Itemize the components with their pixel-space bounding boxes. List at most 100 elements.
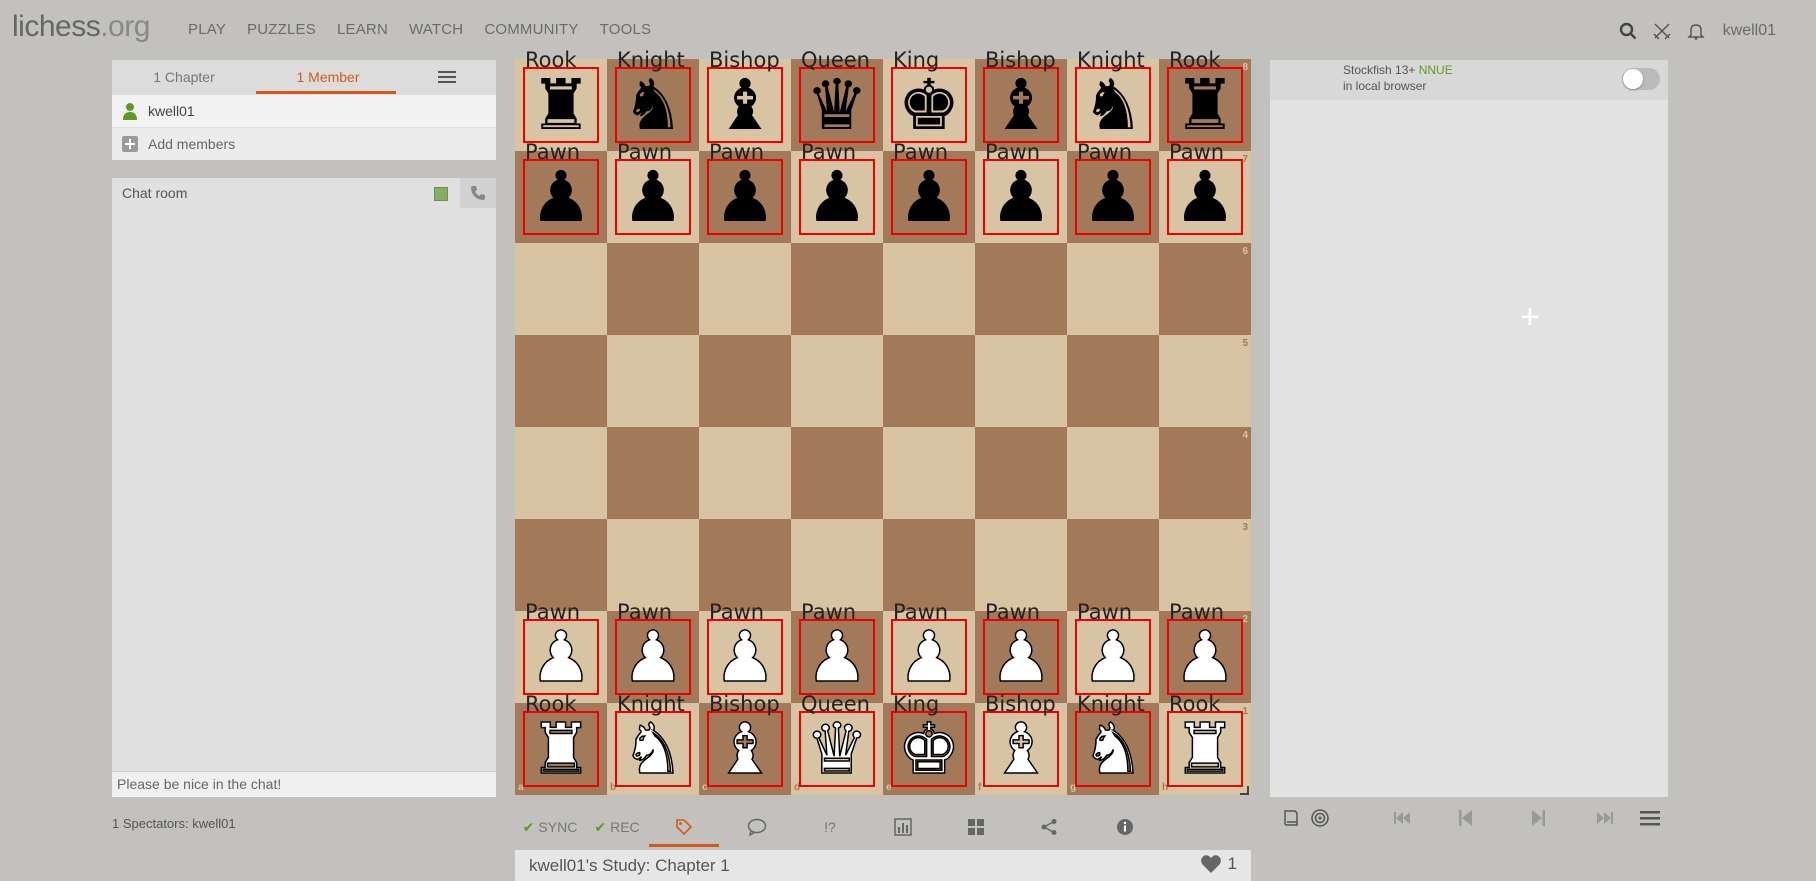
- square-c6[interactable]: [699, 243, 791, 335]
- square-a3[interactable]: [515, 519, 607, 611]
- add-members-button[interactable]: Add members: [112, 128, 496, 160]
- menu-puzzles[interactable]: PUZZLES: [247, 21, 316, 38]
- site-logo[interactable]: lichess.org: [12, 10, 150, 44]
- square-d1[interactable]: d Queen ♛: [791, 692, 883, 795]
- black-bishop-piece[interactable]: ♝: [983, 67, 1059, 143]
- square-c4[interactable]: [699, 427, 791, 519]
- square-d5[interactable]: [791, 335, 883, 427]
- square-h7[interactable]: 7 Pawn ♟: [1159, 140, 1251, 243]
- menu-community[interactable]: COMMUNITY: [484, 21, 578, 38]
- square-a2[interactable]: Pawn ♟: [515, 600, 607, 703]
- square-c2[interactable]: Pawn ♟: [699, 600, 791, 703]
- square-h4[interactable]: 4: [1159, 427, 1251, 519]
- like-button[interactable]: 1: [1200, 854, 1237, 874]
- black-pawn-piece[interactable]: ♟: [891, 159, 967, 235]
- user-menu[interactable]: kwell01: [1723, 22, 1776, 40]
- board-editor-tool[interactable]: [941, 807, 1011, 847]
- square-a1[interactable]: a Rook ♜: [515, 692, 607, 795]
- white-queen-piece[interactable]: ♛: [799, 710, 875, 788]
- square-b4[interactable]: [607, 427, 699, 519]
- square-f6[interactable]: [975, 243, 1067, 335]
- black-knight-piece[interactable]: ♞: [615, 67, 691, 143]
- square-d4[interactable]: [791, 427, 883, 519]
- hamburger-menu-icon[interactable]: [1631, 810, 1668, 826]
- menu-tools[interactable]: TOOLS: [600, 21, 652, 38]
- square-e1[interactable]: e King ♚: [883, 692, 975, 795]
- square-c5[interactable]: [699, 335, 791, 427]
- black-pawn-piece[interactable]: ♟: [983, 159, 1059, 235]
- square-a6[interactable]: [515, 243, 607, 335]
- white-pawn-piece[interactable]: ♟: [615, 618, 691, 696]
- square-b8[interactable]: Knight ♞: [607, 48, 699, 151]
- square-h3[interactable]: 3: [1159, 519, 1251, 611]
- square-b2[interactable]: Pawn ♟: [607, 600, 699, 703]
- square-d3[interactable]: [791, 519, 883, 611]
- prev-move-icon[interactable]: [1440, 810, 1492, 826]
- square-d6[interactable]: [791, 243, 883, 335]
- square-f7[interactable]: Pawn ♟: [975, 140, 1067, 243]
- square-b3[interactable]: [607, 519, 699, 611]
- white-king-piece[interactable]: ♚: [891, 710, 967, 788]
- square-f1[interactable]: f Bishop ♝: [975, 692, 1067, 795]
- square-f5[interactable]: [975, 335, 1067, 427]
- share-tool[interactable]: [1011, 807, 1087, 847]
- square-a5[interactable]: [515, 335, 607, 427]
- search-icon[interactable]: [1611, 18, 1645, 44]
- square-a8[interactable]: Rook ♜: [515, 48, 607, 151]
- white-pawn-piece[interactable]: ♟: [799, 618, 875, 696]
- first-move-icon[interactable]: [1375, 811, 1430, 825]
- square-d2[interactable]: Pawn ♟: [791, 600, 883, 703]
- white-rook-piece[interactable]: ♜: [1167, 710, 1243, 788]
- square-e7[interactable]: Pawn ♟: [883, 140, 975, 243]
- chess-board[interactable]: Rook ♜ Knight ♞ Bishop ♝ Queen ♛ King ♚ Bishop ♝ Kni…: [515, 48, 1251, 795]
- white-pawn-piece[interactable]: ♟: [523, 618, 599, 696]
- tab-chapters[interactable]: 1 Chapter: [112, 69, 256, 85]
- white-pawn-piece[interactable]: ♟: [1167, 618, 1243, 696]
- black-pawn-piece[interactable]: ♟: [1167, 159, 1243, 235]
- black-pawn-piece[interactable]: ♟: [1075, 159, 1151, 235]
- white-rook-piece[interactable]: ♜: [523, 710, 599, 788]
- square-g1[interactable]: g Knight ♞: [1067, 692, 1159, 795]
- square-c7[interactable]: Pawn ♟: [699, 140, 791, 243]
- square-h2[interactable]: 2 Pawn ♟: [1159, 600, 1251, 703]
- square-f4[interactable]: [975, 427, 1067, 519]
- square-d8[interactable]: Queen ♛: [791, 48, 883, 151]
- swords-icon[interactable]: [1645, 18, 1679, 44]
- sync-toggle[interactable]: ✔ SYNC: [515, 807, 585, 847]
- white-bishop-piece[interactable]: ♝: [983, 710, 1059, 788]
- white-pawn-piece[interactable]: ♟: [891, 618, 967, 696]
- glyph-tool[interactable]: !?: [795, 807, 865, 847]
- square-a4[interactable]: [515, 427, 607, 519]
- chat-toggle-checkbox[interactable]: [434, 187, 448, 201]
- black-bishop-piece[interactable]: ♝: [707, 67, 783, 143]
- black-rook-piece[interactable]: ♜: [523, 67, 599, 143]
- black-rook-piece[interactable]: ♜: [1167, 67, 1243, 143]
- square-h6[interactable]: 6: [1159, 243, 1251, 335]
- square-e4[interactable]: [883, 427, 975, 519]
- square-h8[interactable]: 8 Rook ♜: [1159, 48, 1251, 151]
- square-g5[interactable]: [1067, 335, 1159, 427]
- square-e6[interactable]: [883, 243, 975, 335]
- book-icon[interactable]: [1276, 809, 1305, 827]
- comment-tool[interactable]: [719, 807, 795, 847]
- square-a7[interactable]: Pawn ♟: [515, 140, 607, 243]
- engine-toggle[interactable]: [1622, 68, 1660, 90]
- phone-icon[interactable]: [460, 178, 496, 208]
- white-bishop-piece[interactable]: ♝: [707, 710, 783, 788]
- black-knight-piece[interactable]: ♞: [1075, 67, 1151, 143]
- square-b7[interactable]: Pawn ♟: [607, 140, 699, 243]
- square-g7[interactable]: Pawn ♟: [1067, 140, 1159, 243]
- bell-icon[interactable]: [1679, 18, 1713, 44]
- menu-icon[interactable]: [438, 68, 456, 86]
- square-b5[interactable]: [607, 335, 699, 427]
- target-icon[interactable]: [1305, 809, 1334, 827]
- square-c1[interactable]: c Bishop ♝: [699, 692, 791, 795]
- square-f8[interactable]: Bishop ♝: [975, 48, 1067, 151]
- square-e5[interactable]: [883, 335, 975, 427]
- tags-tool[interactable]: [649, 807, 719, 847]
- square-d7[interactable]: Pawn ♟: [791, 140, 883, 243]
- square-e3[interactable]: [883, 519, 975, 611]
- white-pawn-piece[interactable]: ♟: [983, 618, 1059, 696]
- square-h5[interactable]: 5: [1159, 335, 1251, 427]
- square-b1[interactable]: b Knight ♞: [607, 692, 699, 795]
